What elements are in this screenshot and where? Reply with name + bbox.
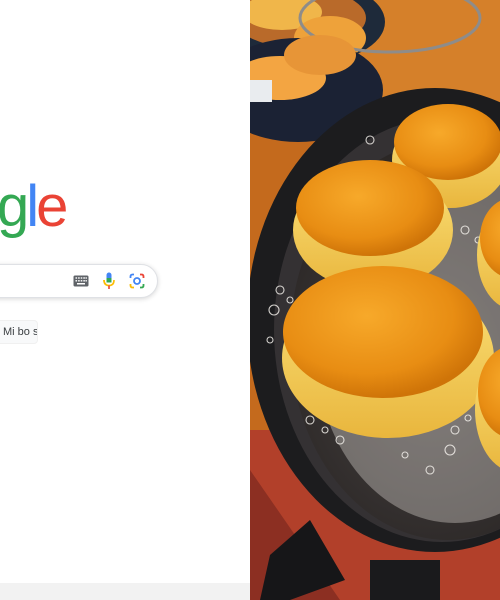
logo-letter-l: l (26, 174, 39, 239)
footer-bar (0, 583, 250, 600)
logo-letter-g: g (0, 174, 29, 239)
lens-camera-icon[interactable] (129, 273, 145, 289)
search-box[interactable] (0, 264, 158, 298)
keyboard-icon[interactable] (73, 275, 89, 287)
search-homepage-panel: gle Mi bo s (0, 0, 250, 600)
logo-letter-e: e (36, 174, 68, 239)
microphone-icon[interactable] (103, 272, 115, 290)
feeling-lucky-button[interactable]: Mi bo sreča (0, 320, 38, 344)
doughnuts-photo (250, 0, 500, 600)
search-input[interactable] (1, 265, 37, 297)
google-logo: gle (0, 172, 68, 242)
